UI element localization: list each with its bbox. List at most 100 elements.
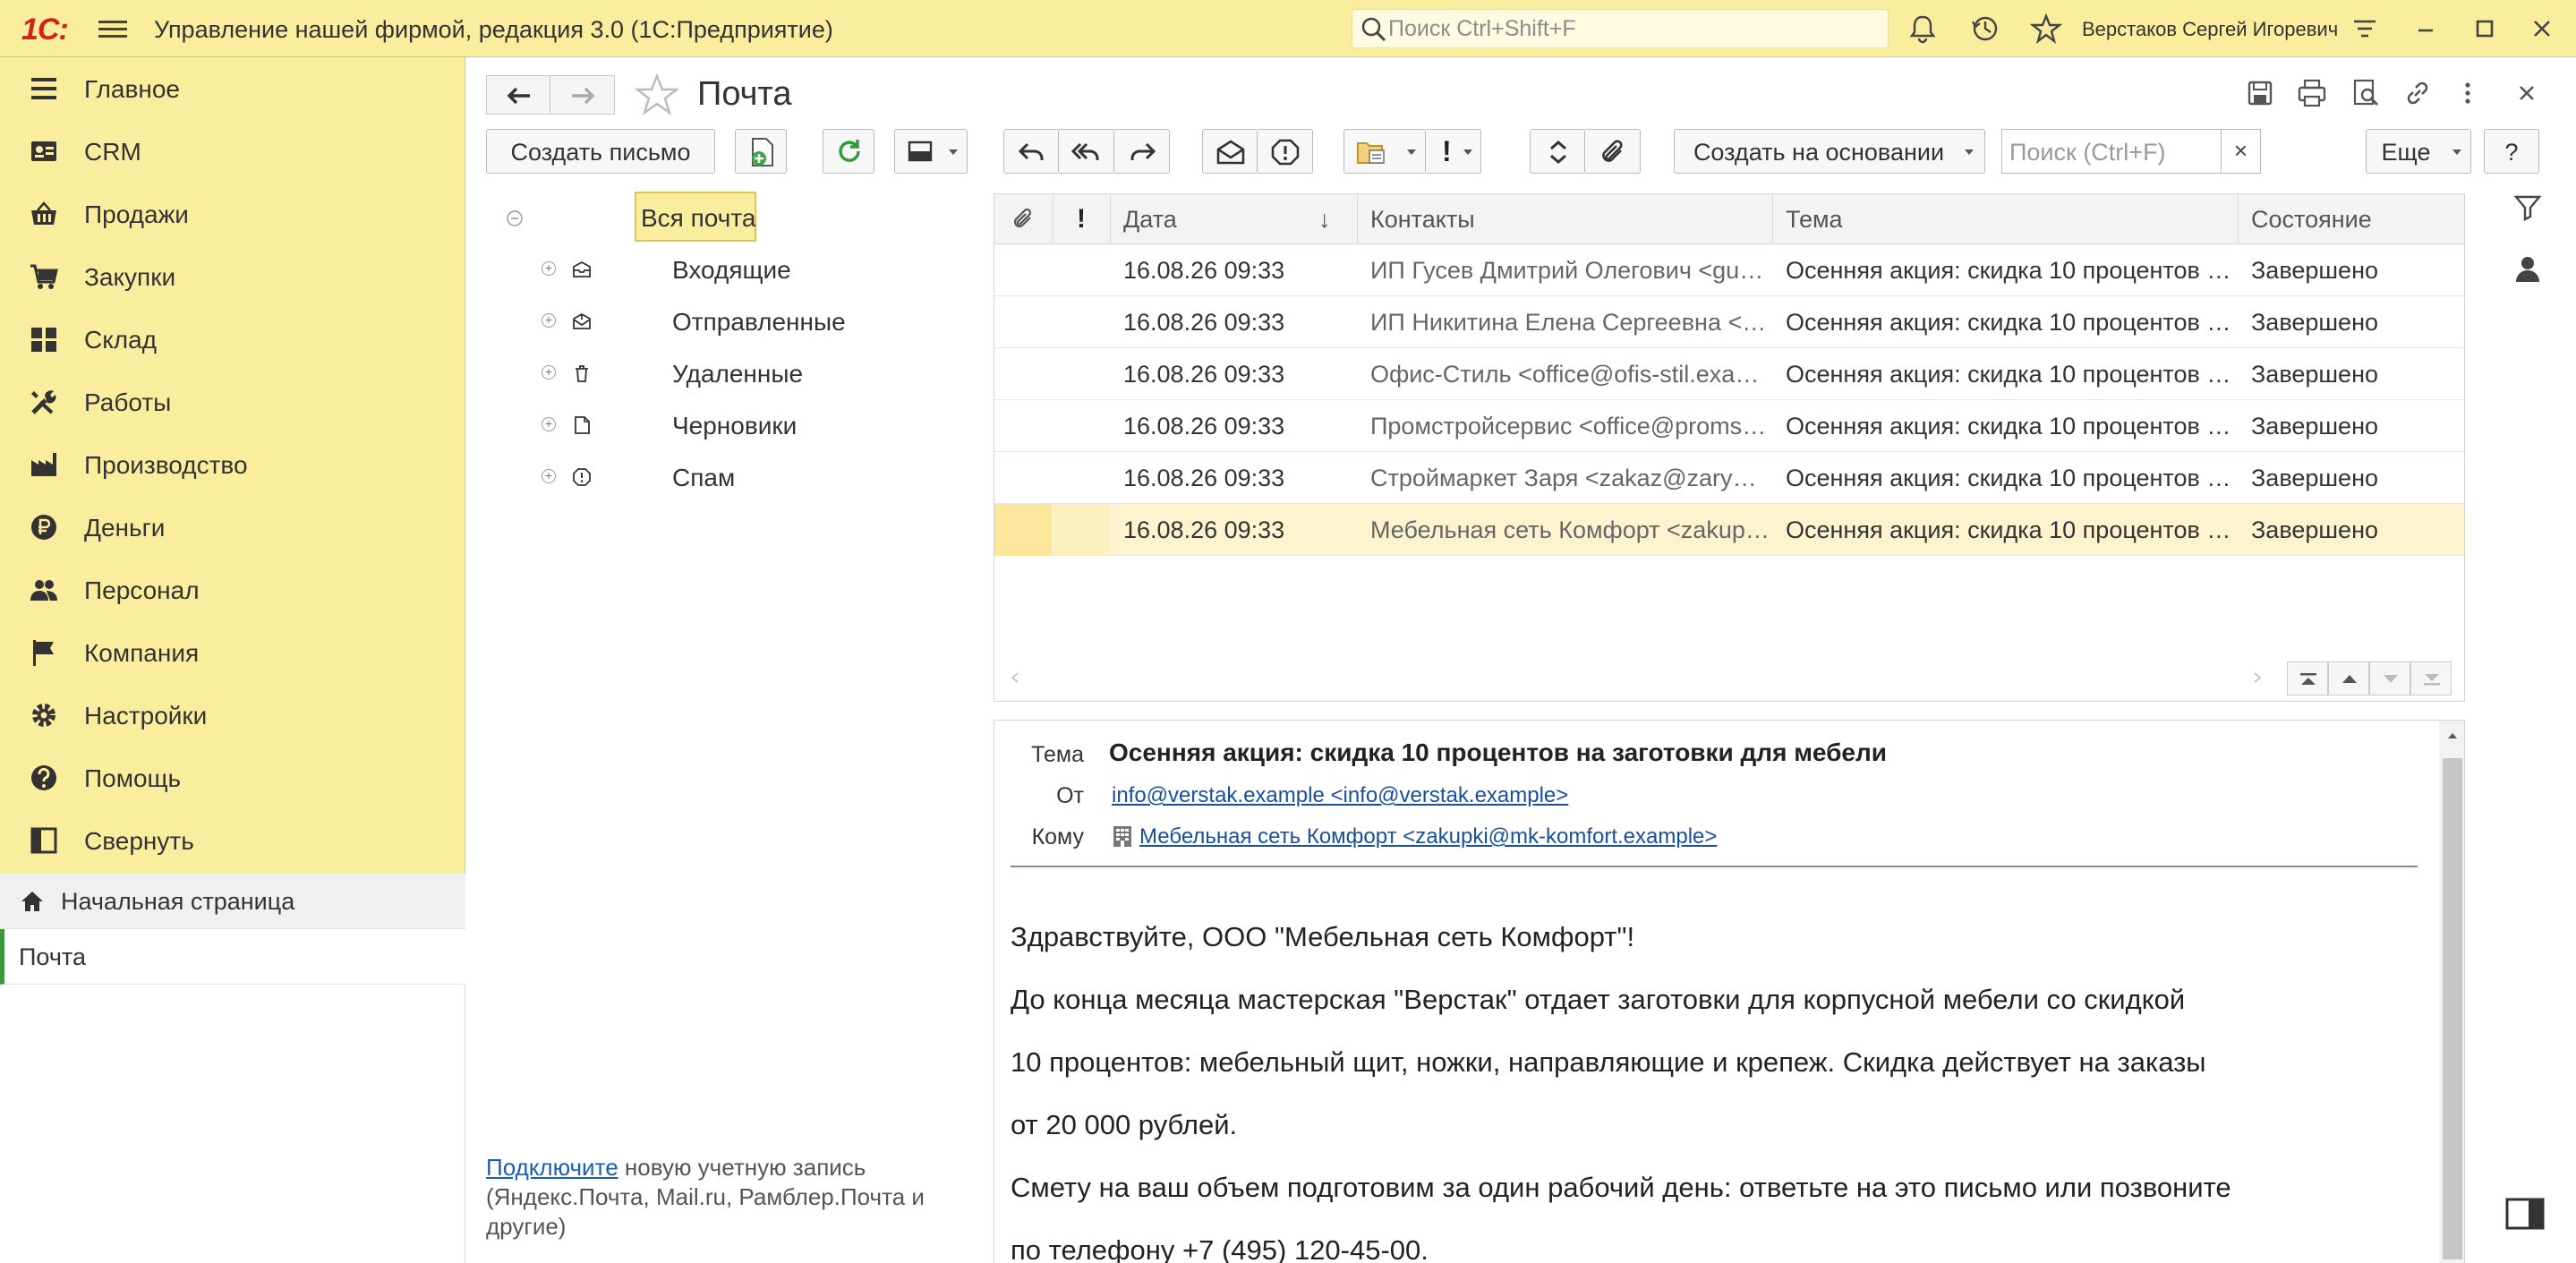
more-dropdown[interactable]: Еще: [2366, 129, 2471, 174]
preview-scrollbar[interactable]: [2439, 721, 2464, 1263]
save-icon[interactable]: [2244, 77, 2276, 109]
user-person-icon[interactable]: [2512, 252, 2544, 285]
close-window-icon[interactable]: [2526, 13, 2558, 45]
sidebar-item-money[interactable]: Деньги: [0, 496, 465, 559]
go-down-button[interactable]: [2369, 661, 2410, 696]
table-row[interactable]: 16.08.26 09:33 ИП Гусев Дмитрий Олегович…: [994, 244, 2464, 296]
settings-menu-icon[interactable]: [2349, 13, 2381, 45]
refresh-button[interactable]: [823, 129, 874, 174]
reading-pane-icon: [908, 141, 933, 162]
scroll-thumb[interactable]: [2443, 758, 2462, 1259]
go-last-button[interactable]: [2410, 661, 2452, 696]
folder-inbox[interactable]: + Входящие: [466, 243, 968, 295]
reply-button[interactable]: [1003, 129, 1059, 174]
sidebar-item-main[interactable]: Главное: [0, 57, 465, 120]
sidebar-item-production[interactable]: Производство: [0, 433, 465, 496]
filter-icon[interactable]: [2512, 192, 2544, 224]
table-row-selected[interactable]: 16.08.26 09:33 Мебельная сеть Комфорт <z…: [994, 504, 2464, 556]
create-based-on-dropdown[interactable]: Создать на основании: [1674, 129, 1985, 174]
sidebar-item-purchases[interactable]: Закупки: [0, 245, 465, 308]
help-button[interactable]: ?: [2484, 129, 2539, 174]
list-search-input[interactable]: [2009, 139, 2215, 166]
back-button[interactable]: [486, 75, 550, 115]
column-attachment[interactable]: [994, 194, 1053, 244]
go-first-button[interactable]: [2287, 661, 2328, 696]
print-icon[interactable]: [2296, 77, 2328, 109]
favorites-star-icon[interactable]: [2030, 13, 2062, 45]
folder-all-mail[interactable]: Вся почта: [635, 192, 756, 242]
row-down-icon: [2384, 675, 2398, 683]
sidebar-item-works[interactable]: Работы: [0, 371, 465, 433]
folder-drafts[interactable]: + Черновики: [466, 399, 968, 451]
sidebar-item-collapse[interactable]: Свернуть: [0, 809, 465, 872]
collapse-minus-icon[interactable]: [506, 209, 524, 227]
preview-icon[interactable]: [2350, 77, 2382, 109]
bell-icon[interactable]: [1906, 13, 1939, 45]
sidebar-item-personnel[interactable]: Персонал: [0, 559, 465, 621]
mark-read-button[interactable]: [1202, 129, 1258, 174]
importance-dropdown[interactable]: !: [1426, 129, 1481, 174]
sidebar-item-warehouse[interactable]: Склад: [0, 308, 465, 371]
folder-deleted[interactable]: + Удаленные: [466, 347, 968, 399]
open-windows-panel: Начальная страница Почта: [0, 874, 465, 1263]
column-subject[interactable]: Тема: [1773, 194, 2239, 244]
global-search[interactable]: [1352, 9, 1889, 48]
favorite-star-icon[interactable]: [635, 73, 679, 116]
folder-sent[interactable]: + Отправленные: [466, 295, 968, 347]
minimize-icon[interactable]: [2410, 13, 2442, 45]
list-search-field[interactable]: ×: [2001, 129, 2261, 174]
mark-spam-button[interactable]: [1258, 129, 1313, 174]
global-search-input[interactable]: [1388, 15, 1872, 42]
go-up-button[interactable]: [2328, 661, 2369, 696]
link-icon[interactable]: [2401, 77, 2434, 109]
open-window-label: Начальная страница: [61, 888, 295, 915]
table-row[interactable]: 16.08.26 09:33 Строймаркет Заря <zakaz@z…: [994, 452, 2464, 504]
table-row[interactable]: 16.08.26 09:33 Офис-Стиль <office@ofis-s…: [994, 348, 2464, 400]
sidebar-item-help[interactable]: Помощь: [0, 747, 465, 809]
user-name[interactable]: Верстаков Сергей Игоревич: [2082, 18, 2338, 41]
scroll-up-icon[interactable]: [2446, 731, 2459, 740]
connect-account-link[interactable]: Подключите: [486, 1154, 618, 1181]
open-window-mail[interactable]: Почта: [0, 929, 465, 985]
create-letter-button[interactable]: Создать письмо: [486, 129, 715, 174]
warning-circle-icon: [1271, 139, 1300, 166]
maximize-icon[interactable]: [2469, 13, 2501, 45]
sidebar-item-settings[interactable]: Настройки: [0, 684, 465, 747]
reading-pane-dropdown[interactable]: [894, 129, 968, 174]
table-row[interactable]: 16.08.26 09:33 ИП Никитина Елена Сергеев…: [994, 296, 2464, 348]
expand-plus-icon[interactable]: +: [542, 417, 556, 431]
from-address-link[interactable]: info@verstak.example <info@verstak.examp…: [1112, 783, 1568, 808]
column-state[interactable]: Состояние: [2239, 194, 2464, 244]
reply-all-button[interactable]: [1059, 129, 1114, 174]
column-contacts[interactable]: Контакты: [1358, 194, 1773, 244]
toggle-side-panel-icon[interactable]: [2493, 1187, 2557, 1241]
expand-plus-icon[interactable]: +: [542, 313, 556, 328]
scroll-left-icon[interactable]: [1011, 672, 1019, 683]
attachments-button[interactable]: [1585, 129, 1641, 174]
close-form-icon[interactable]: [2511, 77, 2543, 109]
more-vertical-icon[interactable]: [2452, 77, 2484, 109]
expand-plus-icon[interactable]: +: [542, 469, 556, 483]
expand-plus-icon[interactable]: +: [542, 365, 556, 380]
create-from-template-button[interactable]: [735, 129, 787, 174]
column-importance[interactable]: !: [1053, 194, 1111, 244]
sidebar-item-sales[interactable]: Продажи: [0, 183, 465, 245]
open-window-home[interactable]: Начальная страница: [0, 874, 465, 929]
folder-spam[interactable]: + Спам: [466, 451, 968, 503]
sidebar-item-company[interactable]: Компания: [0, 621, 465, 684]
forward-letter-button[interactable]: [1114, 129, 1170, 174]
ruble-icon: [31, 515, 56, 540]
forward-button[interactable]: [550, 75, 615, 115]
expand-collapse-button[interactable]: [1530, 129, 1585, 174]
expand-plus-icon[interactable]: +: [542, 261, 556, 276]
category-dropdown[interactable]: [1343, 129, 1426, 174]
history-icon[interactable]: [1969, 13, 2001, 45]
clear-search-button[interactable]: ×: [2221, 130, 2260, 173]
scroll-right-icon[interactable]: [2253, 672, 2262, 683]
last-row-icon: [2424, 674, 2440, 686]
sidebar-item-crm[interactable]: CRM: [0, 120, 465, 183]
column-date[interactable]: Дата ↓: [1111, 194, 1358, 244]
table-row[interactable]: 16.08.26 09:33 Промстройсервис <office@p…: [994, 400, 2464, 452]
main-menu-icon[interactable]: [98, 16, 127, 41]
to-address-link[interactable]: Мебельная сеть Комфорт <zakupki@mk-komfo…: [1139, 824, 1717, 849]
